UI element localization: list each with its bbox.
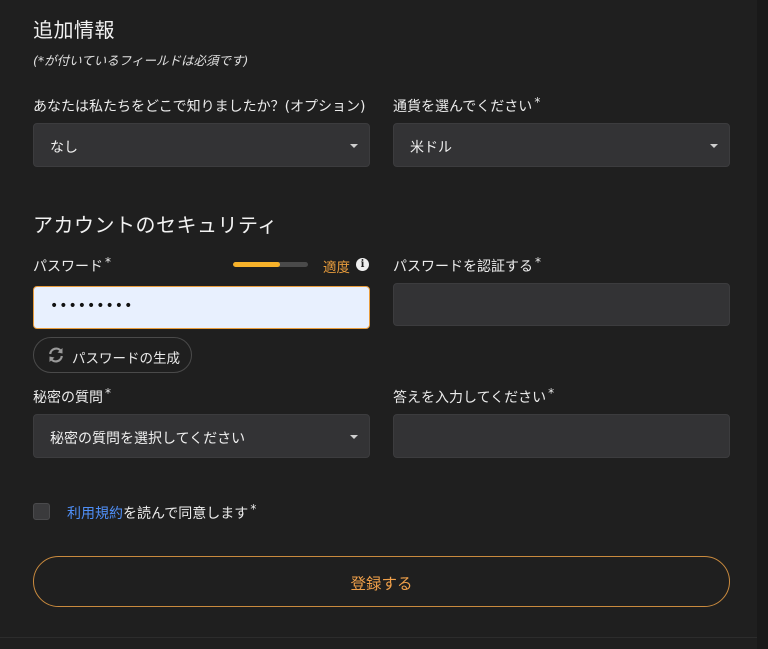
section-title-additional-info: 追加情報 — [33, 18, 115, 42]
register-button-label: 登録する — [350, 575, 413, 593]
chevron-down-icon — [350, 435, 358, 439]
required-mark: * — [535, 255, 541, 269]
password-label: パスワード * — [33, 255, 111, 275]
required-mark: * — [105, 386, 111, 400]
required-mark: * — [250, 502, 257, 516]
divider — [0, 637, 757, 638]
required-fields-note: (*が付いているフィールドは必須です) — [33, 53, 249, 68]
currency-select[interactable]: 米ドル — [393, 123, 730, 167]
terms-label: を読んで同意します — [123, 506, 249, 522]
info-icon[interactable]: i — [356, 258, 369, 271]
password-strength-fill — [233, 262, 280, 267]
currency-label: 通貨を選んでください * — [393, 95, 541, 115]
scrollbar-track — [757, 0, 768, 649]
currency-select-value: 米ドル — [410, 140, 452, 156]
referral-select[interactable]: なし — [33, 123, 370, 167]
required-mark: * — [534, 95, 541, 109]
terms-text: 利用規約を読んで同意します * — [67, 502, 257, 523]
password-strength-label: 適度 — [323, 260, 350, 276]
answer-input[interactable] — [393, 414, 730, 458]
terms-checkbox[interactable] — [33, 503, 50, 520]
generate-password-label: パスワードの生成 — [72, 351, 180, 367]
section-title-security: アカウントのセキュリティ — [33, 213, 278, 237]
register-button[interactable]: 登録する — [33, 556, 730, 607]
required-mark: * — [548, 386, 555, 400]
security-question-value: 秘密の質問を選択してください — [50, 431, 246, 447]
generate-password-button[interactable]: パスワードの生成 — [33, 337, 192, 373]
chevron-down-icon — [350, 144, 358, 148]
security-question-label: 秘密の質問 * — [33, 386, 111, 406]
security-question-select[interactable]: 秘密の質問を選択してください — [33, 414, 370, 458]
terms-link[interactable]: 利用規約 — [67, 506, 123, 522]
chevron-down-icon — [710, 144, 718, 148]
referral-label: あなたは私たちをどこで知りましたか？(オプション) — [33, 99, 366, 115]
password-input[interactable]: ••••••••• — [33, 286, 370, 329]
required-mark: * — [105, 255, 111, 269]
refresh-icon — [49, 347, 63, 363]
confirm-password-input[interactable] — [393, 283, 730, 326]
confirm-password-label: パスワードを認証する * — [393, 255, 541, 275]
referral-select-value: なし — [50, 140, 78, 156]
answer-label: 答えを入力してください * — [393, 386, 555, 406]
password-input-value: ••••••••• — [50, 298, 134, 314]
password-strength-meter — [233, 262, 308, 267]
